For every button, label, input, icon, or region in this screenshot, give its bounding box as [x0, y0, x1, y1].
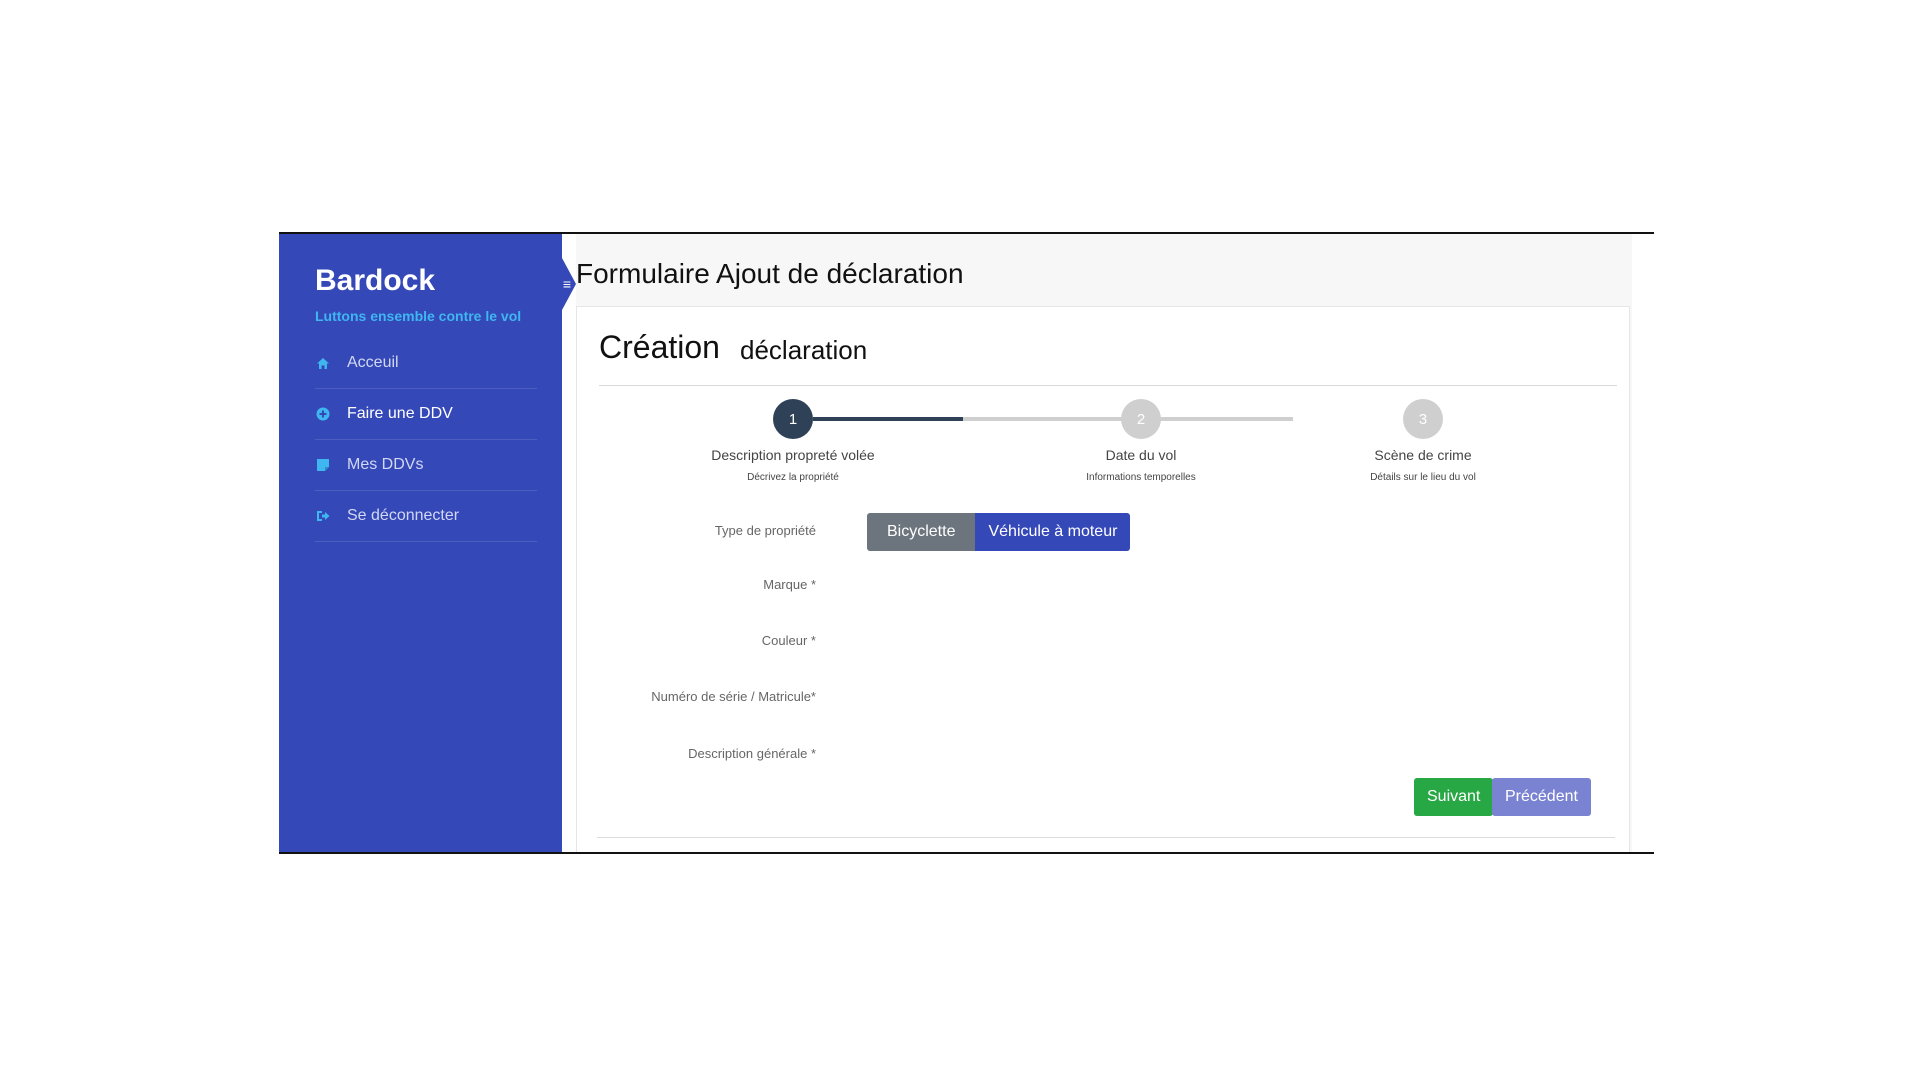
step-3-title: Scène de crime: [1374, 447, 1472, 463]
step-1-title: Description propreté volée: [711, 447, 875, 463]
page-title: Formulaire Ajout de déclaration: [576, 258, 964, 289]
stepper: 1 Description propreté volée Décrivez la…: [577, 397, 1631, 507]
plus-circle-icon: [315, 406, 331, 422]
option-bicyclette[interactable]: Bicyclette: [867, 513, 976, 551]
card-title: Création: [599, 329, 720, 365]
sidebar-item-label: Mes DDVs: [347, 456, 424, 473]
card-header: Création déclaration: [599, 329, 1617, 386]
stepper-progress-line: [813, 417, 963, 421]
sidebar-item-label: Se déconnecter: [347, 507, 460, 524]
property-type-toggle: Bicyclette Véhicule à moteur: [867, 513, 1131, 551]
declaration-card: Création déclaration 1 Description propr…: [576, 306, 1631, 852]
app-window: Bardock Luttons ensemble contre le vol A…: [279, 232, 1654, 854]
sidebar-item-mes-ddvs[interactable]: Mes DDVs: [315, 440, 537, 491]
sidebar-item-acceuil[interactable]: Acceuil: [315, 338, 537, 389]
brand-tagline: Luttons ensemble contre le vol: [315, 308, 522, 324]
type-propriete-label: Type de propriété: [714, 523, 816, 538]
sidebar-item-deconnecter[interactable]: Se déconnecter: [315, 491, 537, 542]
suivant-button[interactable]: Suivant: [1414, 778, 1494, 816]
step-1-subtitle: Décrivez la propriété: [747, 472, 839, 483]
numero-serie-label: Numéro de série / Matricule*: [651, 689, 816, 704]
step-2-title: Date du vol: [1105, 447, 1177, 463]
home-icon: [315, 355, 331, 371]
description-generale-label: Description générale *: [688, 746, 816, 761]
card-footer-divider: [597, 837, 1615, 838]
couleur-label: Couleur *: [761, 633, 816, 648]
sidebar-item-label: Acceuil: [347, 354, 399, 371]
option-vehicule-moteur[interactable]: Véhicule à moteur: [975, 513, 1131, 551]
sidebar-item-faire-ddv[interactable]: Faire une DDV: [315, 389, 537, 440]
sidebar-item-label: Faire une DDV: [347, 405, 453, 422]
sidebar-menu: Acceuil Faire une DDV Mes DDVs Se déconn…: [315, 338, 537, 542]
main-content: Formulaire Ajout de déclaration Création…: [576, 234, 1632, 852]
brand-name: Bardock: [315, 264, 436, 297]
precedent-button[interactable]: Précédent: [1492, 778, 1591, 816]
step-1-circle[interactable]: 1: [773, 399, 813, 439]
menu-toggle-icon[interactable]: ≡: [559, 276, 575, 292]
step-2-subtitle: Informations temporelles: [1086, 472, 1196, 483]
marque-label: Marque *: [763, 577, 816, 592]
note-icon: [315, 457, 331, 473]
step-3-circle[interactable]: 3: [1403, 399, 1443, 439]
step-3-subtitle: Détails sur le lieu du vol: [1370, 472, 1476, 483]
step-2-circle[interactable]: 2: [1121, 399, 1161, 439]
card-subtitle: déclaration: [740, 335, 868, 365]
sidebar: Bardock Luttons ensemble contre le vol A…: [279, 234, 562, 852]
sign-out-icon: [315, 508, 331, 524]
